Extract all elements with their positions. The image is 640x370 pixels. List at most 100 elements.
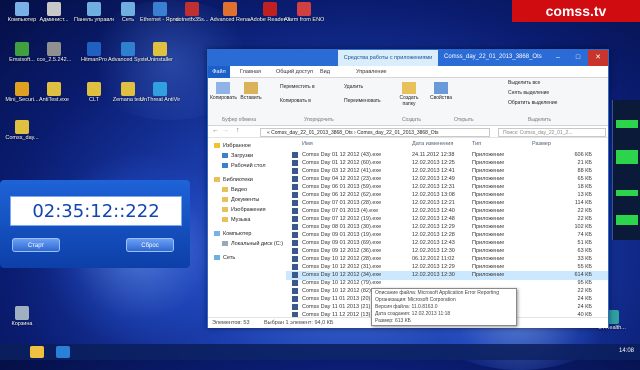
desktop-icon[interactable]: Админист... bbox=[34, 2, 74, 23]
nav-item-label: Библиотеки bbox=[223, 177, 253, 183]
rename-button[interactable]: Переименовать bbox=[344, 98, 381, 104]
file-date: 12.02.2013 12:21 bbox=[412, 200, 455, 206]
group-open: Открыть bbox=[454, 117, 474, 123]
file-date: 06.12.2012 11:02 bbox=[412, 256, 455, 262]
clock: 14:08 bbox=[618, 348, 634, 354]
paste-button[interactable]: Вставить bbox=[238, 82, 264, 101]
desktop-icon[interactable]: UnThreat AntiVirus bbox=[140, 82, 180, 103]
window-titlebar[interactable]: Средства работы с приложениями Comss_day… bbox=[208, 50, 608, 66]
nav-item-icon bbox=[214, 143, 220, 149]
app-icon bbox=[185, 2, 199, 16]
properties-label: Свойства bbox=[430, 95, 452, 101]
desktop-icon[interactable]: cce_2.5.242... bbox=[34, 42, 74, 63]
file-size: 606 КБ bbox=[574, 152, 592, 158]
context-tab[interactable]: Средства работы с приложениями bbox=[338, 50, 438, 66]
file-date: 12.02.2013 13:08 bbox=[412, 192, 455, 198]
nav-item[interactable]: Рабочий стол bbox=[222, 163, 266, 169]
desktop-icon[interactable]: Uninstaller bbox=[140, 42, 180, 63]
desktop-icon[interactable]: Advanced Renamer bbox=[210, 2, 250, 23]
perf-bar bbox=[616, 150, 638, 164]
select-none-button[interactable]: Снять выделение bbox=[508, 90, 549, 96]
nav-item[interactable]: Документы bbox=[222, 197, 259, 203]
file-date: 12.02.2013 12:48 bbox=[412, 216, 455, 222]
column-type[interactable]: Тип bbox=[472, 141, 481, 147]
back-icon[interactable]: ← bbox=[212, 127, 219, 134]
ribbon: Копировать Вставить Переместить в Копиро… bbox=[208, 78, 608, 126]
minimize-icon[interactable]: – bbox=[548, 50, 568, 66]
delete-button[interactable]: Удалить bbox=[344, 84, 363, 90]
nav-item-icon bbox=[222, 241, 228, 247]
nav-item[interactable]: Локальный диск (C:) bbox=[222, 241, 283, 247]
tab-view[interactable]: Вид bbox=[320, 66, 330, 78]
exe-icon bbox=[292, 184, 298, 190]
desktop-icon[interactable]: Comss_day... bbox=[2, 120, 42, 141]
reset-button[interactable]: Сброс bbox=[126, 238, 174, 252]
nav-item[interactable]: Музыка bbox=[222, 217, 250, 223]
exe-icon bbox=[292, 248, 298, 254]
tab-manage[interactable]: Управление bbox=[356, 66, 387, 78]
tab-share[interactable]: Общий доступ bbox=[276, 66, 313, 78]
explorer-window: Средства работы с приложениями Comss_day… bbox=[207, 49, 609, 328]
file-type: Приложение bbox=[472, 200, 505, 206]
nav-item[interactable]: Изображения bbox=[222, 207, 266, 213]
column-date[interactable]: Дата изменения bbox=[412, 141, 453, 147]
app-icon bbox=[121, 42, 135, 56]
file-name: Comss Day 10 12 2012 (31).exe bbox=[302, 264, 382, 270]
file-type: Приложение bbox=[472, 160, 505, 166]
file-type: Приложение bbox=[472, 272, 505, 278]
perf-bar bbox=[616, 215, 638, 225]
column-name[interactable]: Имя bbox=[302, 141, 313, 147]
search-input[interactable]: Поиск: Comss_day_22_01_2... bbox=[498, 128, 606, 137]
maximize-icon[interactable]: □ bbox=[568, 50, 588, 66]
invert-selection-button[interactable]: Обратить выделение bbox=[508, 100, 557, 106]
exe-icon bbox=[292, 288, 298, 294]
file-size: 114 КБ bbox=[574, 200, 592, 206]
app-icon bbox=[121, 2, 135, 16]
desktop-icon[interactable]: AntiTest.exe bbox=[34, 82, 74, 103]
nav-item[interactable]: Видео bbox=[222, 187, 247, 193]
desktop-icon[interactable]: Корзина bbox=[2, 306, 42, 327]
copy-button[interactable]: Копировать bbox=[210, 82, 237, 101]
start-button[interactable]: Старт bbox=[12, 238, 60, 252]
address-bar[interactable]: « Comss_day_22_01_2013_3868_Ots › Comss_… bbox=[260, 128, 490, 137]
app-icon bbox=[121, 82, 135, 96]
stopwatch-gadget: 02:35:12::222 Старт Сброс bbox=[0, 180, 190, 268]
close-icon[interactable]: ✕ bbox=[588, 50, 608, 66]
nav-item[interactable]: Избранное bbox=[214, 143, 251, 149]
desktop-icon[interactable]: dotnetfx35s... bbox=[172, 2, 212, 23]
new-folder-button[interactable]: Создать папку bbox=[396, 82, 422, 107]
ie-taskbar-icon[interactable] bbox=[56, 346, 70, 358]
move-to-button[interactable]: Переместить в bbox=[280, 84, 315, 90]
nav-item-label: Видео bbox=[231, 187, 248, 193]
desktop-icon[interactable]: Alarm from ENOT.exe bbox=[284, 2, 324, 23]
exe-icon bbox=[292, 280, 298, 286]
file-size: 74 КБ bbox=[577, 232, 592, 238]
column-size[interactable]: Размер bbox=[532, 141, 551, 147]
properties-button[interactable]: Свойства bbox=[428, 82, 454, 101]
nav-item[interactable]: Загрузки bbox=[222, 153, 253, 159]
file-size: 13 КБ bbox=[577, 192, 592, 198]
nav-item[interactable]: Компьютер bbox=[214, 231, 251, 237]
file-date: 12.02.2013 12:41 bbox=[412, 168, 455, 174]
up-icon[interactable]: ↑ bbox=[236, 127, 240, 134]
exe-icon bbox=[292, 296, 298, 302]
nav-item[interactable]: Библиотеки bbox=[214, 177, 253, 183]
nav-item-label: Изображения bbox=[231, 207, 266, 213]
tab-home[interactable]: Главная bbox=[240, 66, 261, 78]
select-all-button[interactable]: Выделить все bbox=[508, 80, 540, 86]
file-type: Приложение bbox=[472, 192, 505, 198]
app-icon bbox=[297, 2, 311, 16]
nav-item-label: Компьютер bbox=[223, 231, 252, 237]
tab-file[interactable]: Файл bbox=[208, 66, 230, 78]
explorer-taskbar-icon[interactable] bbox=[30, 346, 44, 358]
exe-icon bbox=[292, 264, 298, 270]
nav-item[interactable]: Сеть bbox=[214, 255, 235, 261]
file-name: Comss Day 10 12 2012 (34).exe bbox=[302, 272, 382, 278]
app-icon bbox=[15, 2, 29, 16]
exe-icon bbox=[292, 240, 298, 246]
file-name: Comss Day 10 12 2012 (28).exe bbox=[302, 256, 382, 262]
copy-to-button[interactable]: Копировать в bbox=[280, 98, 311, 104]
file-name: Comss Day 07 01 2013 (4).exe bbox=[302, 208, 379, 214]
file-size: 88 КБ bbox=[577, 168, 592, 174]
forward-icon[interactable]: → bbox=[222, 127, 229, 134]
